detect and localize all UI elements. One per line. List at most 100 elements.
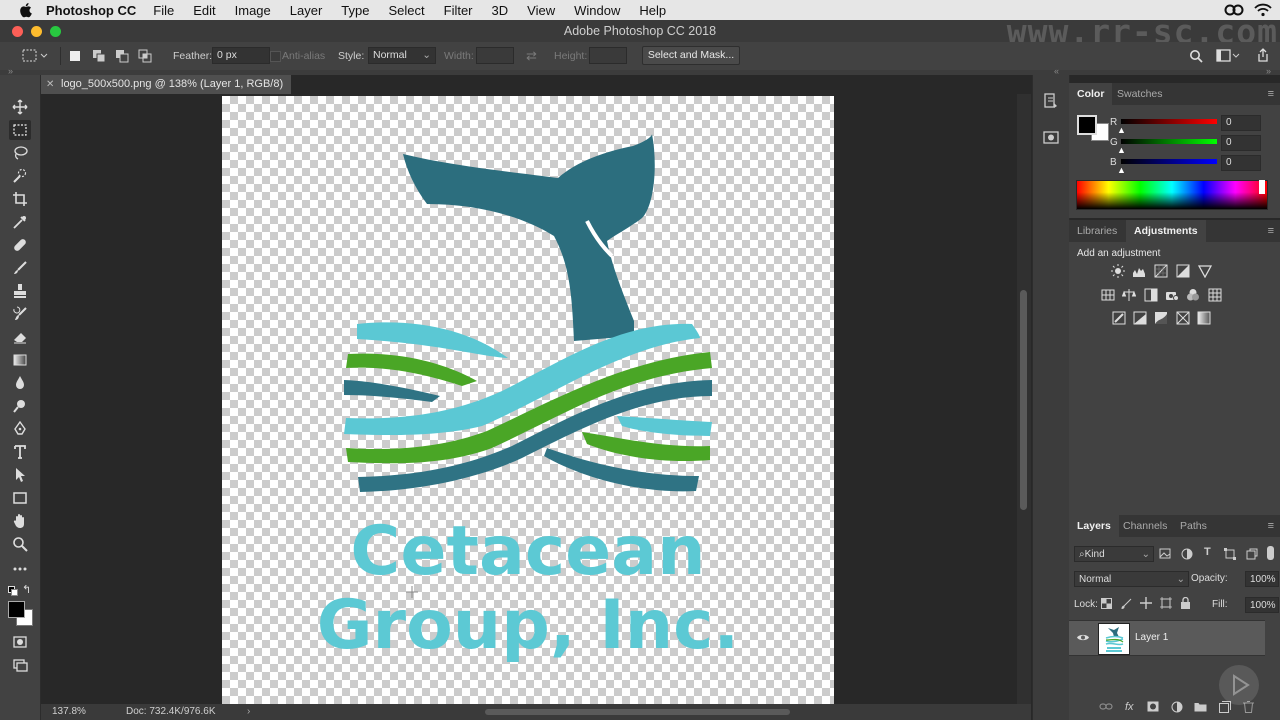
channel-b-value[interactable]: 0 [1221, 155, 1261, 171]
filter-kind-select[interactable]: ⌕Kind ⌄ [1074, 546, 1154, 562]
history-panel-icon[interactable] [1043, 93, 1059, 109]
levels-icon[interactable] [1132, 264, 1146, 278]
intersect-selection-icon[interactable] [138, 49, 152, 63]
menu-help[interactable]: Help [639, 3, 666, 18]
lock-transparent-pixels-icon[interactable] [1101, 598, 1112, 609]
layer-row[interactable]: Layer 1 [1069, 620, 1265, 656]
channel-mixer-icon[interactable] [1186, 288, 1200, 302]
swap-colors-icon[interactable]: ↰ [22, 583, 31, 596]
menu-layer[interactable]: Layer [290, 3, 323, 18]
tab-adjustments[interactable]: Adjustments [1126, 220, 1206, 242]
close-document-icon[interactable]: ✕ [46, 75, 54, 94]
channel-b-slider[interactable] [1121, 159, 1217, 164]
filter-type-icon[interactable]: T [1204, 546, 1211, 558]
brush-tool[interactable] [9, 258, 31, 278]
menu-select[interactable]: Select [388, 3, 424, 18]
select-and-mask-button[interactable]: Select and Mask... [642, 46, 740, 65]
panel-menu-icon[interactable]: ≡ [1268, 225, 1274, 237]
dodge-tool[interactable] [9, 396, 31, 416]
filter-adjustment-icon[interactable] [1181, 548, 1193, 560]
blend-mode-select[interactable]: Normal ⌄ [1074, 571, 1189, 587]
color-ramp[interactable] [1076, 180, 1268, 210]
properties-panel-icon[interactable] [1043, 129, 1059, 145]
anti-alias-checkbox[interactable] [270, 51, 281, 62]
subtract-from-selection-icon[interactable] [115, 49, 129, 63]
zoom-level[interactable]: 137.8% [52, 704, 86, 720]
canvas[interactable]: Cetacean Group, Inc. [222, 96, 834, 704]
app-menu[interactable]: Photoshop CC [46, 3, 136, 18]
vibrance-icon[interactable] [1198, 264, 1212, 278]
menu-type[interactable]: Type [341, 3, 369, 18]
pen-tool[interactable] [9, 419, 31, 439]
color-foreground-swatch[interactable] [1077, 115, 1097, 135]
foreground-color-swatch[interactable] [8, 601, 25, 618]
quick-selection-tool[interactable] [9, 166, 31, 186]
opacity-input[interactable]: 100% [1245, 571, 1279, 587]
status-menu-arrow-icon[interactable]: › [247, 704, 250, 720]
tab-paths[interactable]: Paths [1172, 515, 1215, 537]
threshold-icon[interactable] [1154, 311, 1168, 325]
type-tool[interactable] [9, 442, 31, 462]
eyedropper-tool[interactable] [9, 212, 31, 232]
lock-image-pixels-icon[interactable] [1121, 598, 1132, 609]
tab-libraries[interactable]: Libraries [1069, 220, 1125, 242]
fill-input[interactable]: 100% [1245, 597, 1279, 613]
play-overlay-button[interactable] [1219, 665, 1259, 705]
panel-menu-icon[interactable]: ≡ [1268, 520, 1274, 532]
feather-input[interactable]: 0 px [212, 47, 270, 64]
channel-g-slider[interactable] [1121, 139, 1217, 144]
g-slider-handle-icon[interactable]: ▲ [1117, 145, 1126, 155]
add-mask-icon[interactable] [1147, 701, 1159, 712]
filter-toggle[interactable] [1267, 546, 1274, 560]
tab-channels[interactable]: Channels [1115, 515, 1175, 537]
move-tool[interactable] [9, 97, 31, 117]
workspace-switcher-icon[interactable] [1216, 49, 1240, 63]
r-slider-handle-icon[interactable]: ▲ [1117, 125, 1126, 135]
add-to-selection-icon[interactable] [92, 49, 106, 63]
gradient-tool[interactable] [9, 350, 31, 370]
channel-r-slider[interactable] [1121, 119, 1217, 124]
path-selection-tool[interactable] [9, 465, 31, 485]
link-layers-icon[interactable] [1099, 702, 1113, 712]
healing-brush-tool[interactable] [9, 235, 31, 255]
lock-all-icon[interactable] [1180, 597, 1191, 609]
hue-saturation-icon[interactable] [1101, 288, 1115, 302]
b-slider-handle-icon[interactable]: ▲ [1117, 165, 1126, 175]
edit-toolbar-button[interactable] [9, 559, 31, 579]
color-balance-icon[interactable] [1122, 288, 1136, 302]
style-select[interactable]: Normal ⌄ [368, 47, 436, 64]
gradient-map-icon[interactable] [1197, 311, 1211, 325]
vertical-scroll-thumb[interactable] [1020, 290, 1027, 510]
color-lookup-icon[interactable] [1208, 288, 1222, 302]
quick-mask-button[interactable] [9, 632, 31, 652]
marquee-preset-icon[interactable] [22, 49, 48, 63]
layer-name[interactable]: Layer 1 [1135, 632, 1168, 643]
menu-filter[interactable]: Filter [444, 3, 473, 18]
rectangle-tool[interactable] [9, 488, 31, 508]
collapse-panels-icon[interactable]: » [1266, 66, 1271, 76]
channel-r-value[interactable]: 0 [1221, 115, 1261, 131]
eraser-tool[interactable] [9, 327, 31, 347]
horizontal-scroll-thumb[interactable] [485, 709, 790, 715]
document-tab[interactable]: ✕ logo_500x500.png @ 138% (Layer 1, RGB/… [41, 75, 291, 94]
lasso-tool[interactable] [9, 143, 31, 163]
height-input[interactable] [589, 47, 627, 64]
selective-color-icon[interactable] [1176, 311, 1190, 325]
filter-smart-object-icon[interactable] [1246, 548, 1258, 560]
eye-icon[interactable] [1077, 633, 1089, 642]
black-white-icon[interactable] [1144, 288, 1158, 302]
menu-file[interactable]: File [153, 3, 174, 18]
curves-icon[interactable] [1154, 264, 1168, 278]
filter-pixel-icon[interactable] [1159, 548, 1171, 559]
photo-filter-icon[interactable] [1165, 288, 1179, 302]
menu-edit[interactable]: Edit [193, 3, 215, 18]
crop-tool[interactable] [9, 189, 31, 209]
menu-image[interactable]: Image [235, 3, 271, 18]
tab-color[interactable]: Color [1069, 83, 1113, 105]
marquee-tool[interactable] [9, 120, 31, 140]
layer-style-fx-icon[interactable]: fx [1125, 701, 1134, 713]
hand-tool[interactable] [9, 511, 31, 531]
posterize-icon[interactable] [1133, 311, 1147, 325]
menu-view[interactable]: View [527, 3, 555, 18]
zoom-tool[interactable] [9, 534, 31, 554]
